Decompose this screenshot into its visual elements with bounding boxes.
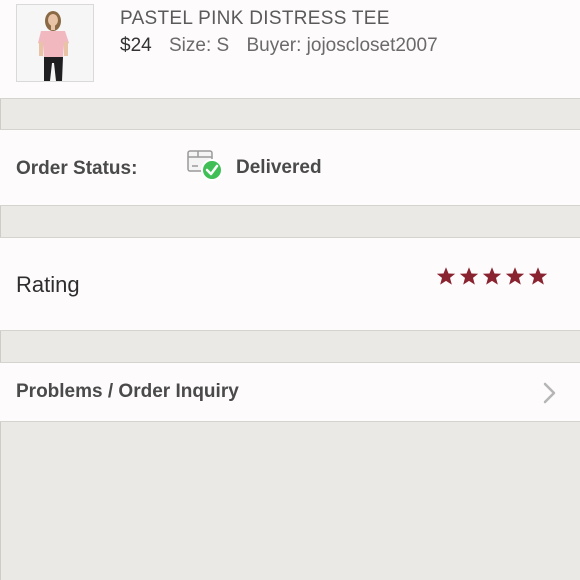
star-icon: [505, 266, 525, 286]
problems-order-inquiry-row[interactable]: Problems / Order Inquiry: [0, 362, 580, 422]
product-thumbnail[interactable]: [16, 4, 94, 82]
star-icon: [459, 266, 479, 286]
order-item-card[interactable]: PASTEL PINK DISTRESS TEE $24 Size: S Buy…: [0, 0, 580, 99]
order-status-row: Order Status: Delivered: [0, 129, 580, 206]
star-icon: [482, 266, 502, 286]
rating-label: Rating: [16, 272, 80, 297]
order-status-label: Order Status:: [16, 158, 138, 179]
delivered-box-check-icon: [187, 150, 223, 181]
rating-row: Rating: [0, 237, 580, 331]
star-icon: [528, 266, 548, 286]
item-title: PASTEL PINK DISTRESS TEE: [120, 8, 390, 29]
item-price: $24: [120, 35, 152, 56]
rating-stars: [436, 266, 548, 286]
chevron-right-icon: [543, 382, 556, 404]
item-size: Size: S: [168, 35, 230, 56]
item-meta: $24 Size: S Buyer: jojoscloset2007: [120, 35, 438, 57]
problems-order-inquiry-label: Problems / Order Inquiry: [16, 381, 239, 402]
order-status-value: Delivered: [236, 157, 322, 178]
item-buyer[interactable]: Buyer: jojoscloset2007: [246, 35, 437, 56]
product-photo-icon: [17, 5, 93, 81]
star-icon: [436, 266, 456, 286]
